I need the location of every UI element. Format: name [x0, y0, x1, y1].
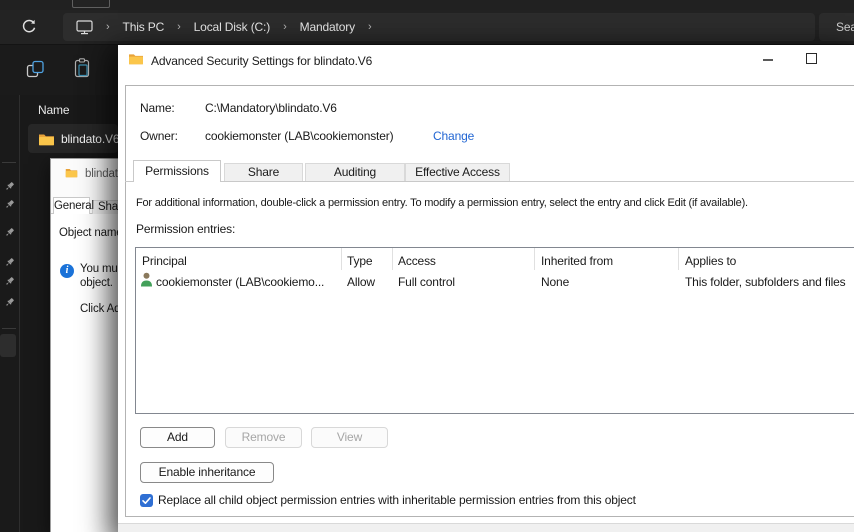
chevron-right-icon: › [106, 21, 110, 33]
advanced-security-dialog: Advanced Security Settings for blindato.… [118, 45, 854, 532]
tab-general[interactable]: General [53, 197, 94, 214]
permission-entries-label: Permission entries: [136, 222, 236, 236]
chevron-right-icon: › [177, 21, 181, 33]
change-owner-link[interactable]: Change [433, 129, 474, 143]
pin-icon [4, 181, 15, 195]
file-name-label: blindato.V6 [61, 131, 120, 146]
properties-info-text-line1: You mus [80, 263, 124, 275]
rail-divider [2, 328, 16, 329]
tab-baseline [125, 181, 854, 182]
permissions-help-text: For additional information, double-click… [136, 197, 748, 209]
chevron-right-icon: › [367, 21, 372, 33]
column-divider[interactable] [534, 248, 535, 270]
pin-icon [4, 276, 15, 290]
col-header-applies-to[interactable]: Applies to [685, 254, 736, 268]
paste-icon[interactable] [73, 58, 91, 82]
cell-principal: cookiemonster (LAB\cookiemo... [156, 275, 325, 289]
minimize-button[interactable] [763, 59, 773, 61]
owner-label: Owner: [140, 129, 178, 143]
pin-icon [4, 257, 15, 271]
nav-pane-rail [0, 95, 20, 532]
replace-permissions-label[interactable]: Replace all child object permission entr… [158, 494, 636, 507]
search-input[interactable]: Sea [819, 13, 854, 41]
file-row-blindato[interactable]: blindato.V6 [28, 124, 120, 153]
rail-divider [2, 162, 16, 163]
breadcrumb-local-disk[interactable]: Local Disk (C:) [194, 20, 271, 34]
cell-type: Allow [347, 275, 375, 289]
chevron-right-icon: › [283, 21, 287, 33]
folder-icon [128, 52, 144, 68]
folder-icon [38, 132, 55, 146]
column-divider[interactable] [341, 248, 342, 270]
nav-item-selected[interactable] [0, 334, 16, 357]
cell-inherited-from: None [541, 275, 570, 289]
user-icon [140, 272, 153, 290]
name-value: C:\Mandatory\blindato.V6 [205, 101, 337, 115]
explorer-top-strip [0, 0, 854, 10]
cell-applies-to: This folder, subfolders and files [685, 275, 846, 289]
add-button[interactable]: Add [140, 427, 215, 448]
dialog-footer [118, 523, 854, 532]
enable-inheritance-button[interactable]: Enable inheritance [140, 462, 274, 483]
folder-icon [65, 167, 78, 181]
tab-effective-access[interactable]: Effective Access [405, 163, 510, 181]
view-button: View [311, 427, 388, 448]
tab-permissions[interactable]: Permissions [133, 160, 221, 182]
cell-access: Full control [398, 275, 455, 289]
copy-icon[interactable] [26, 60, 45, 82]
object-name-label: Object name: [59, 227, 126, 239]
this-pc-icon [76, 19, 93, 35]
explorer-address-bar: › This PC › Local Disk (C:) › Mandatory … [0, 10, 854, 45]
owner-value: cookiemonster (LAB\cookiemonster) [205, 129, 394, 143]
breadcrumb[interactable]: › This PC › Local Disk (C:) › Mandatory … [63, 13, 815, 41]
col-header-principal[interactable]: Principal [142, 254, 187, 268]
breadcrumb-this-pc[interactable]: This PC [123, 20, 165, 34]
name-label: Name: [140, 101, 175, 115]
pin-icon [4, 199, 15, 213]
tab-auditing[interactable]: Auditing [305, 163, 405, 181]
properties-info-text-line2: object. [80, 277, 113, 289]
breadcrumb-mandatory[interactable]: Mandatory [300, 20, 356, 34]
search-box-text: Sea [836, 20, 854, 34]
explorer-tab-remnant[interactable] [72, 0, 110, 8]
info-icon: i [60, 264, 74, 278]
col-header-type[interactable]: Type [347, 254, 373, 268]
permission-entries-table[interactable]: Principal Type Access Inherited from App… [135, 247, 854, 414]
screen: › This PC › Local Disk (C:) › Mandatory … [0, 0, 854, 532]
column-divider[interactable] [392, 248, 393, 270]
pin-icon [4, 227, 15, 241]
tab-share[interactable]: Share [224, 163, 303, 181]
column-header-name[interactable]: Name [38, 103, 70, 117]
dialog-title: Advanced Security Settings for blindato.… [151, 54, 373, 68]
col-header-inherited-from[interactable]: Inherited from [541, 254, 613, 268]
refresh-icon[interactable] [20, 18, 37, 38]
pin-icon [4, 297, 15, 311]
replace-permissions-checkbox[interactable] [140, 494, 153, 507]
remove-button: Remove [225, 427, 302, 448]
col-header-access[interactable]: Access [398, 254, 436, 268]
column-divider[interactable] [678, 248, 679, 270]
properties-click-add-text: Click Ad [80, 303, 121, 315]
maximize-button[interactable] [806, 53, 817, 64]
